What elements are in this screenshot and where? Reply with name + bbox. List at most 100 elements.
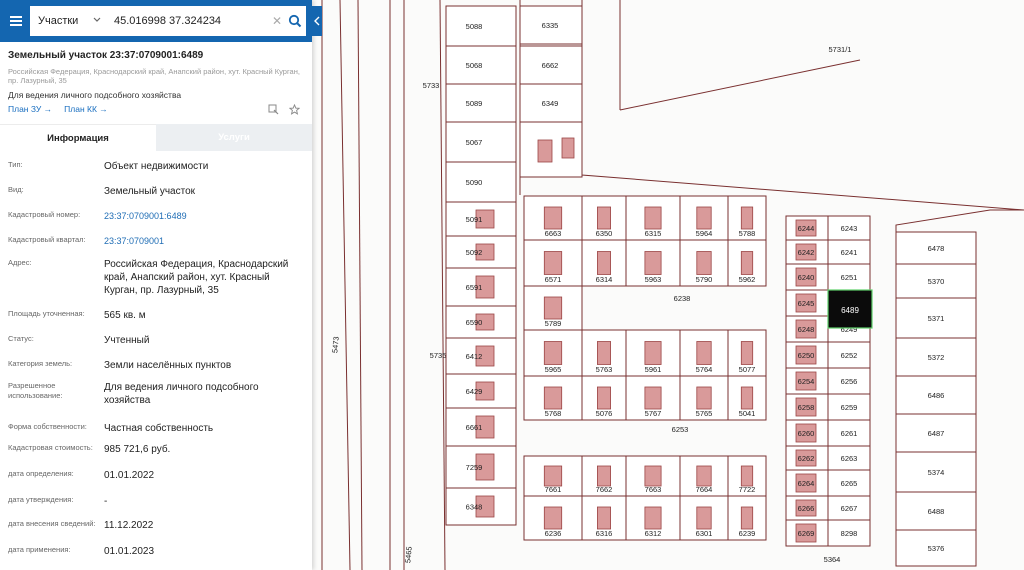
parcel-label: 6239 xyxy=(739,529,756,538)
plan-kk-link[interactable]: План КК → xyxy=(64,104,108,114)
property-value: 01.01.2023 xyxy=(104,546,155,557)
parcel-label: 5473 xyxy=(330,336,340,353)
building xyxy=(597,341,612,365)
property-row: Статус: Учтенный xyxy=(0,334,312,347)
property-row: Адрес: Российская Федерация, Краснодарски… xyxy=(0,258,312,297)
property-value: Объект недвижимости xyxy=(104,161,209,172)
parcel-label: 6250 xyxy=(798,351,815,360)
property-row: дата внесения сведений: 11.12.2022 xyxy=(0,519,312,532)
parcel-label: 6267 xyxy=(841,504,858,513)
parcel-label: 6487 xyxy=(928,429,945,438)
property-row: Разрешенное использование: Для ведения ли… xyxy=(0,381,312,407)
parcel-label: 5376 xyxy=(928,544,945,553)
property-value: Российская Федерация, Краснодарский край… xyxy=(104,259,289,296)
measure-icon[interactable] xyxy=(268,104,279,115)
parcel-label: 5092 xyxy=(466,248,483,257)
parcel-label: 6242 xyxy=(798,248,815,257)
parcel-label: 6315 xyxy=(645,229,662,238)
parcel-label: 5767 xyxy=(645,409,662,418)
property-key: Статус: xyxy=(8,334,34,343)
parcel-label: 6590 xyxy=(466,318,483,327)
road-line xyxy=(339,0,351,570)
property-key: дата применения: xyxy=(8,545,71,554)
building xyxy=(644,341,662,365)
building xyxy=(561,137,575,159)
property-row: Тип: Объект недвижимости xyxy=(0,160,312,173)
building xyxy=(644,506,662,530)
tab-info[interactable]: Информация xyxy=(0,124,156,151)
building xyxy=(696,386,712,410)
chevron-left-icon xyxy=(314,16,320,26)
plan-zu-link[interactable]: План ЗУ → xyxy=(8,104,52,114)
parcel-label: 6591 xyxy=(466,283,483,292)
parcel-label: 6256 xyxy=(841,377,858,386)
building xyxy=(740,251,754,275)
building xyxy=(543,465,563,487)
parcel-label: 6429 xyxy=(466,387,483,396)
parcel-label: 5091 xyxy=(466,215,483,224)
parcel-label: 6312 xyxy=(645,529,662,538)
plan-links: План ЗУ → План КК → xyxy=(8,104,108,114)
parcel-label: 5374 xyxy=(928,468,945,477)
property-row: Кадастровый квартал: 23:37:0709001 xyxy=(0,235,312,248)
parcel-label: 5963 xyxy=(645,275,662,284)
property-row: Площадь уточненная: 565 кв. м xyxy=(0,309,312,322)
road-line xyxy=(895,209,1024,232)
building xyxy=(537,139,553,163)
road-line xyxy=(581,0,1024,211)
building xyxy=(740,506,754,530)
search-input[interactable] xyxy=(108,6,270,36)
parcel-label: 6663 xyxy=(545,229,562,238)
parcel-label: 6266 xyxy=(798,504,815,513)
parcel-label: 7662 xyxy=(596,485,613,494)
parcel-label: 6251 xyxy=(841,273,858,282)
parcel-label: 5965 xyxy=(545,365,562,374)
property-value: 565 кв. м xyxy=(104,310,146,321)
building xyxy=(740,206,754,230)
building xyxy=(696,251,712,275)
parcel-label: 5041 xyxy=(739,409,756,418)
parcel-address: Российская Федерация, Краснодарский край… xyxy=(8,67,300,85)
road-line xyxy=(357,0,363,570)
parcel-label: 5733 xyxy=(423,81,440,90)
building xyxy=(597,206,612,230)
parcel-label: 5076 xyxy=(596,409,613,418)
property-value[interactable]: 23:37:0709001 xyxy=(104,235,312,248)
parcel-label: 6661 xyxy=(466,423,483,432)
parcel-label: 6260 xyxy=(798,429,815,438)
parcel-label: 5090 xyxy=(466,178,483,187)
clear-icon[interactable]: ✕ xyxy=(270,6,284,36)
parcel-label: 5961 xyxy=(645,365,662,374)
parcel-label: 5768 xyxy=(545,409,562,418)
parcel-label: 6253 xyxy=(672,425,689,434)
parcel-label: 5962 xyxy=(739,275,756,284)
parcel-label: 5790 xyxy=(696,275,713,284)
tab-services[interactable]: Услуги xyxy=(156,124,312,151)
building xyxy=(543,296,563,320)
search-type-select[interactable]: Участки xyxy=(30,6,108,36)
menu-button[interactable] xyxy=(0,0,32,42)
property-value: Частная собственность xyxy=(104,423,214,434)
parcel-label: 6478 xyxy=(928,244,945,253)
parcel-label: 6301 xyxy=(696,529,713,538)
parcel-label: 5964 xyxy=(696,229,713,238)
parcel-label: 5077 xyxy=(739,365,756,374)
star-icon[interactable] xyxy=(289,104,300,115)
parcel-label: 6261 xyxy=(841,429,858,438)
building xyxy=(597,465,612,487)
property-row: Форма собственности: Частная собственност… xyxy=(0,422,312,435)
building xyxy=(597,506,612,530)
parcel-label: 6571 xyxy=(545,275,562,284)
collapse-panel-button[interactable] xyxy=(312,6,322,36)
search-icon[interactable] xyxy=(284,6,306,36)
search-type-label: Участки xyxy=(38,15,79,27)
building xyxy=(644,206,662,230)
building xyxy=(696,206,712,230)
property-key: Категория земель: xyxy=(8,359,73,368)
parcel-label: 6350 xyxy=(596,229,613,238)
property-value: Земельный участок xyxy=(104,186,196,197)
parcel-label: 5735 xyxy=(430,351,447,360)
building xyxy=(543,206,563,230)
parcel-label: 5372 xyxy=(928,353,945,362)
property-value[interactable]: 23:37:0709001:6489 xyxy=(104,210,312,223)
